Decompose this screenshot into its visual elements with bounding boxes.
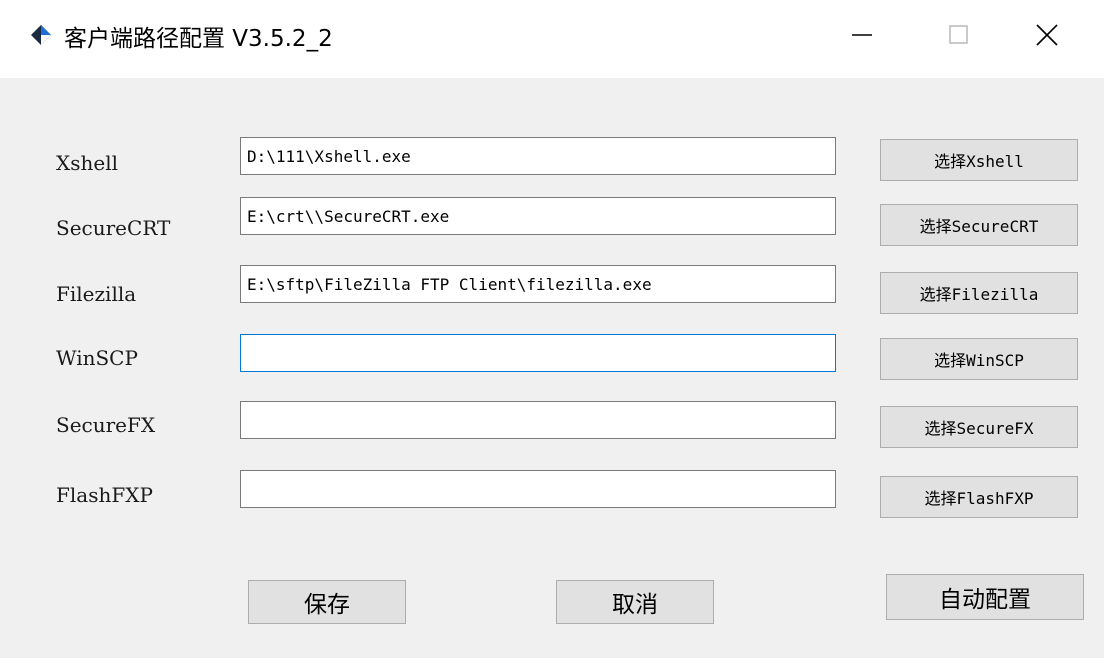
- securefx-path-input[interactable]: [240, 401, 836, 439]
- securecrt-path-input[interactable]: [240, 197, 836, 235]
- minimize-icon: [852, 34, 872, 36]
- maximize-icon: [949, 25, 968, 44]
- xshell-label: Xshell: [56, 151, 119, 175]
- title-bar[interactable]: 客户端路径配置 V3.5.2_2: [0, 0, 1104, 78]
- winscp-label: WinSCP: [56, 346, 138, 370]
- select-securecrt-button[interactable]: 选择SecureCRT: [880, 204, 1078, 246]
- select-securefx-button[interactable]: 选择SecureFX: [880, 406, 1078, 448]
- cancel-button[interactable]: 取消: [556, 580, 714, 624]
- save-button[interactable]: 保存: [248, 580, 406, 624]
- close-icon: [1036, 24, 1058, 46]
- securecrt-label: SecureCRT: [56, 216, 171, 240]
- close-button[interactable]: [1020, 10, 1076, 58]
- flashfxp-label: FlashFXP: [56, 483, 153, 507]
- minimize-button[interactable]: [834, 10, 890, 58]
- winscp-path-input[interactable]: [240, 334, 836, 372]
- select-flashfxp-button[interactable]: 选择FlashFXP: [880, 476, 1078, 518]
- window-title: 客户端路径配置 V3.5.2_2: [64, 26, 333, 52]
- select-filezilla-button[interactable]: 选择Filezilla: [880, 272, 1078, 314]
- auto-config-button[interactable]: 自动配置: [886, 574, 1084, 620]
- select-winscp-button[interactable]: 选择WinSCP: [880, 338, 1078, 380]
- select-xshell-button[interactable]: 选择Xshell: [880, 139, 1078, 181]
- maximize-button[interactable]: [930, 10, 986, 58]
- xshell-path-input[interactable]: [240, 137, 836, 175]
- flashfxp-path-input[interactable]: [240, 470, 836, 508]
- filezilla-path-input[interactable]: [240, 265, 836, 303]
- filezilla-label: Filezilla: [56, 282, 137, 306]
- app-diamond-icon: [31, 25, 51, 45]
- securefx-label: SecureFX: [56, 413, 156, 437]
